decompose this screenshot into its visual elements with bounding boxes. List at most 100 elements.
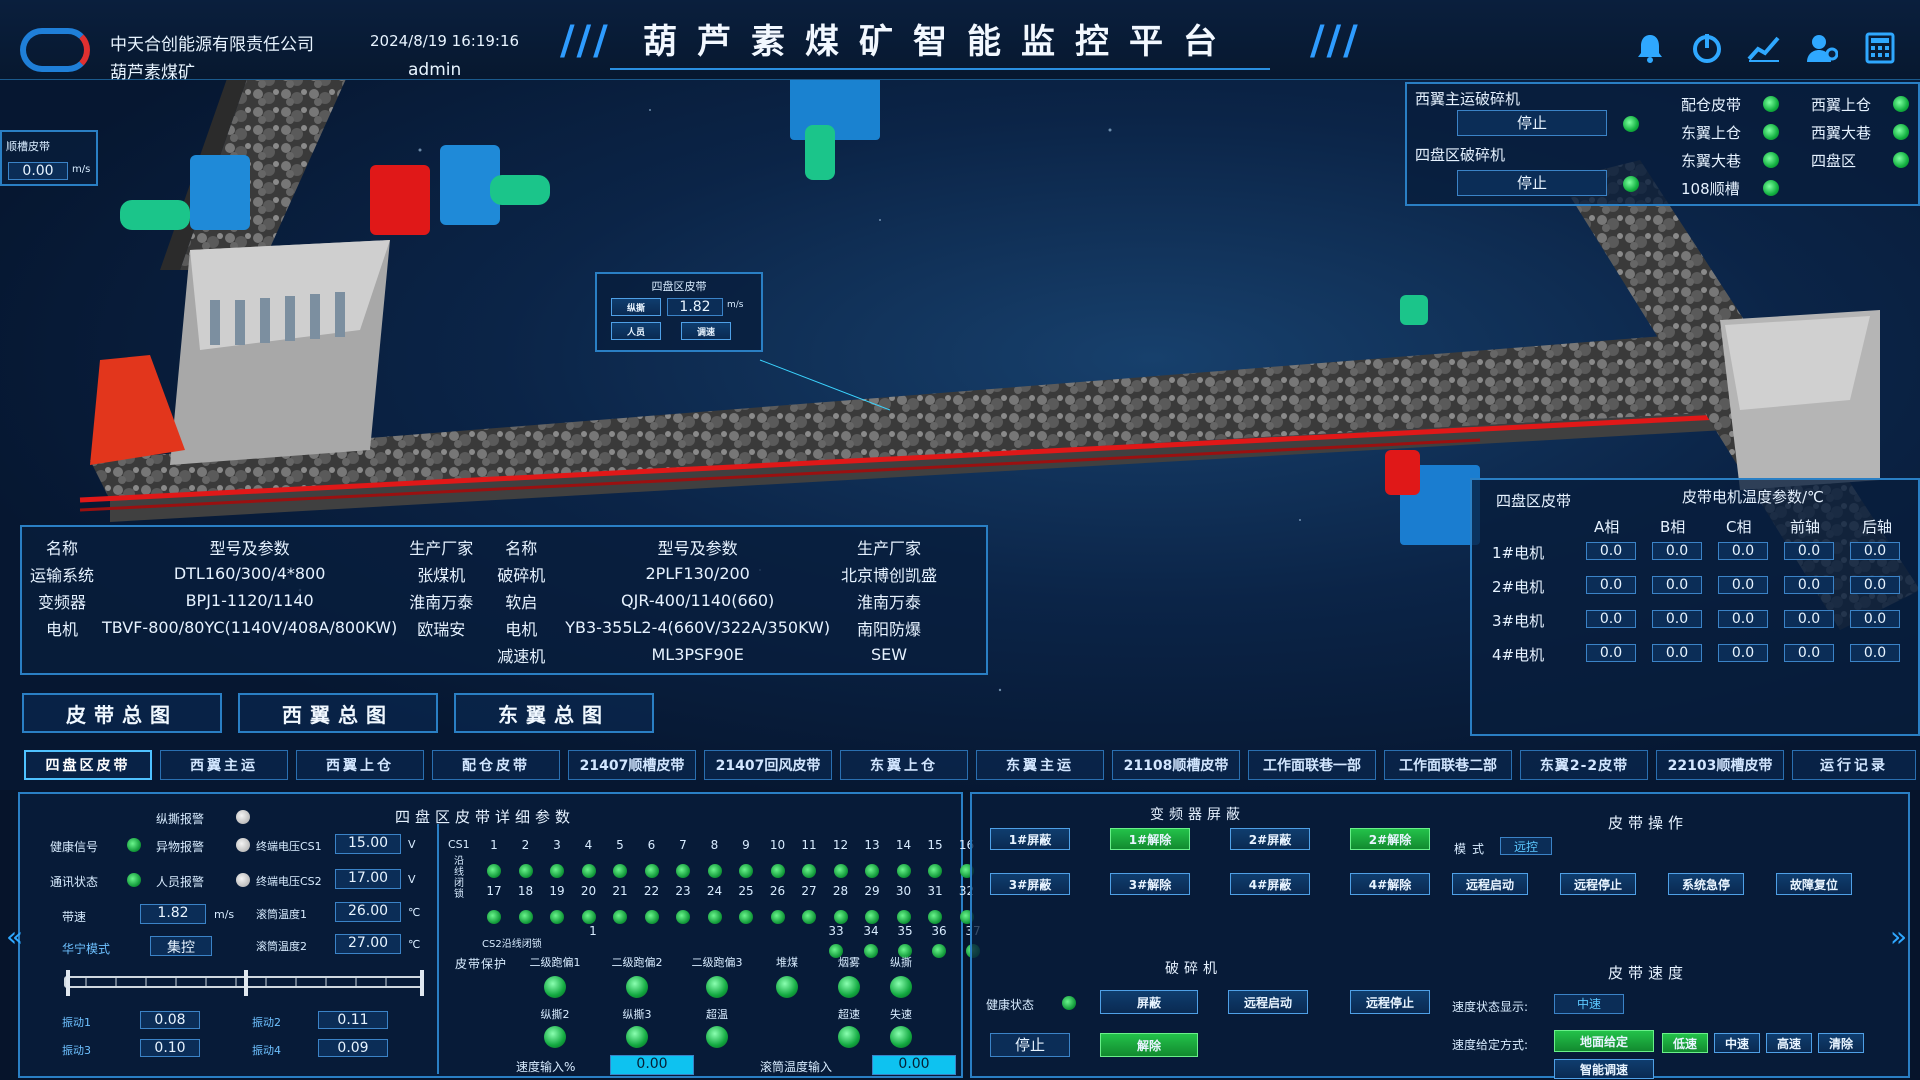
table-cell: 欧瑞安 <box>417 619 466 639</box>
table-cell: 电机 <box>46 619 79 639</box>
remote-stop-button[interactable]: 远程停止 <box>1560 873 1636 895</box>
smart-speed-button[interactable]: 智能调速 <box>1554 1059 1654 1079</box>
tab-belt[interactable]: 21407顺槽皮带 <box>568 750 696 780</box>
tab-belt[interactable]: 西翼主运 <box>160 750 288 780</box>
next-arrow-icon[interactable]: » <box>1890 920 1907 953</box>
tear-button[interactable]: 纵撕 <box>611 298 661 316</box>
lock-number: 15 <box>927 838 943 852</box>
tab-belt[interactable]: 21407回风皮带 <box>704 750 832 780</box>
temp-row-name: 3#电机 <box>1492 612 1545 630</box>
belt-speed-title: 皮带速度 <box>1608 964 1689 982</box>
protect-label: 超温 <box>706 1008 728 1021</box>
status-item-label: 108顺槽 <box>1681 180 1740 198</box>
tab-run-log[interactable]: 运行记录 <box>1792 750 1916 780</box>
mode-label: 华宁模式 <box>62 942 111 956</box>
tab-belt[interactable]: 东翼2-2皮带 <box>1520 750 1648 780</box>
lock-number: 11 <box>801 838 817 852</box>
crusher-stop-button[interactable]: 远程停止 <box>1350 990 1430 1014</box>
table-cell: 软启 <box>505 592 538 612</box>
tab-west-overview[interactable]: 西翼总图 <box>238 693 438 733</box>
tab-belt-overview[interactable]: 皮带总图 <box>22 693 222 733</box>
lock-indicator <box>581 864 596 878</box>
temp-value: 0.0 <box>1586 542 1636 560</box>
bell-icon[interactable] <box>1630 28 1670 68</box>
lock-indicator <box>739 910 753 924</box>
power-icon[interactable] <box>1687 28 1727 68</box>
lock-indicator <box>833 864 848 878</box>
temp-value: 0.0 <box>1586 576 1636 594</box>
vfd-button[interactable]: 3#解除 <box>1110 873 1190 895</box>
temp-value: 0.0 <box>1652 542 1702 560</box>
vfd-button[interactable]: 4#屏蔽 <box>1230 873 1310 895</box>
prev-arrow-icon[interactable]: « <box>6 920 23 953</box>
trend-chart-icon[interactable] <box>1744 28 1784 68</box>
t1-label: 滚筒温度1 <box>256 908 307 921</box>
lock-number: 4 <box>584 838 593 852</box>
low-speed-button[interactable]: 低速 <box>1662 1033 1708 1053</box>
tab-belt[interactable]: 东翼上仓 <box>840 750 968 780</box>
vfd-button[interactable]: 3#屏蔽 <box>990 873 1070 895</box>
lock-number: 26 <box>769 884 786 898</box>
lock-indicator <box>487 910 501 924</box>
temp-value: 0.0 <box>1784 576 1834 594</box>
clear-button[interactable]: 清除 <box>1818 1033 1864 1053</box>
person-button[interactable]: 人员 <box>611 322 661 340</box>
mid-speed-button[interactable]: 中速 <box>1714 1033 1760 1053</box>
belt-float-panel[interactable]: 四盘区皮带 纵撕 1.82 m/s 人员 调速 <box>595 272 763 352</box>
tab-belt[interactable]: 配仓皮带 <box>432 750 560 780</box>
lock-number: 18 <box>517 884 534 898</box>
temp-value: 0.0 <box>1652 644 1702 662</box>
speed-input-value[interactable]: 0.00 <box>610 1055 694 1075</box>
tab-east-overview[interactable]: 东翼总图 <box>454 693 654 733</box>
emergency-stop-button[interactable]: 系统急停 <box>1668 873 1744 895</box>
remote-start-button[interactable]: 远程启动 <box>1452 873 1528 895</box>
equipment-table: 名称 型号及参数 生产厂家 名称 型号及参数 生产厂家 运输系统 DTL160/3… <box>26 533 944 668</box>
speed-label: 带速 <box>62 910 87 924</box>
tab-belt[interactable]: 西翼上仓 <box>296 750 424 780</box>
fault-reset-button[interactable]: 故障复位 <box>1776 873 1852 895</box>
speed-adjust-button[interactable]: 调速 <box>681 322 731 340</box>
vfd-button[interactable]: 2#解除 <box>1350 828 1430 850</box>
calculator-icon[interactable] <box>1860 28 1900 68</box>
lock-number: 1 <box>589 924 597 938</box>
tab-belt[interactable]: 工作面联巷一部 <box>1248 750 1376 780</box>
table-cell: 2PLF130/200 <box>645 564 750 583</box>
lock-number: 5 <box>616 838 624 852</box>
table-cell: TBVF-800/80YC(1140V/408A/800KW) <box>102 618 398 637</box>
status-item-label: 东翼上仓 <box>1681 124 1742 142</box>
ground-set-button[interactable]: 地面给定 <box>1554 1030 1654 1052</box>
vib2-value: 0.11 <box>318 1011 388 1029</box>
vfd-button[interactable]: 4#解除 <box>1350 873 1430 895</box>
temp-col-header: C相 <box>1726 518 1752 536</box>
belt-op-title: 皮带操作 <box>1608 814 1689 832</box>
tab-belt[interactable]: 21108顺槽皮带 <box>1112 750 1240 780</box>
vfd-button[interactable]: 1#屏蔽 <box>990 828 1070 850</box>
crusher-shield-button[interactable]: 屏蔽 <box>1100 990 1198 1014</box>
tab-belt[interactable]: 四盘区皮带 <box>24 750 152 780</box>
tab-belt[interactable]: 东翼主运 <box>976 750 1104 780</box>
vfd-button[interactable]: 2#屏蔽 <box>1230 828 1310 850</box>
person-alarm-label: 人员报警 <box>156 875 205 889</box>
tab-belt[interactable]: 工作面联巷二部 <box>1384 750 1512 780</box>
left-belt-tag[interactable]: 顺槽皮带 0.00 m/s <box>0 130 98 186</box>
temp-value: 0.0 <box>1718 610 1768 628</box>
protect-label: 纵撕3 <box>622 1008 652 1021</box>
lock-number: 9 <box>742 838 750 852</box>
crusher-release-button[interactable]: 解除 <box>1100 1033 1198 1057</box>
crusher-health-label: 健康状态 <box>986 998 1035 1012</box>
table-row: 运输系统 DTL160/300/4*800 张煤机 破碎机 2PLF130/200 北京博… <box>26 560 944 587</box>
status-item-indicator <box>1763 180 1779 196</box>
left-belt-speed: 0.00 <box>8 162 68 180</box>
tab-belt[interactable]: 22103顺槽皮带 <box>1656 750 1784 780</box>
protect-label: 纵撕 <box>890 956 912 969</box>
status-item-indicator <box>1893 124 1909 140</box>
lock-number: 34 <box>863 924 879 938</box>
table-cell: 电机 <box>505 619 538 639</box>
temp-input-value[interactable]: 0.00 <box>872 1055 956 1075</box>
lock-number: 14 <box>895 838 912 852</box>
high-speed-button[interactable]: 高速 <box>1766 1033 1812 1053</box>
motor-temp-panel: 四盘区皮带 皮带电机温度参数/℃ A相 B相 C相 前轴 后轴 1#电机 0.0… <box>1470 478 1920 736</box>
user-settings-icon[interactable] <box>1802 28 1842 68</box>
crusher-start-button[interactable]: 远程启动 <box>1228 990 1308 1014</box>
vfd-button[interactable]: 1#解除 <box>1110 828 1190 850</box>
